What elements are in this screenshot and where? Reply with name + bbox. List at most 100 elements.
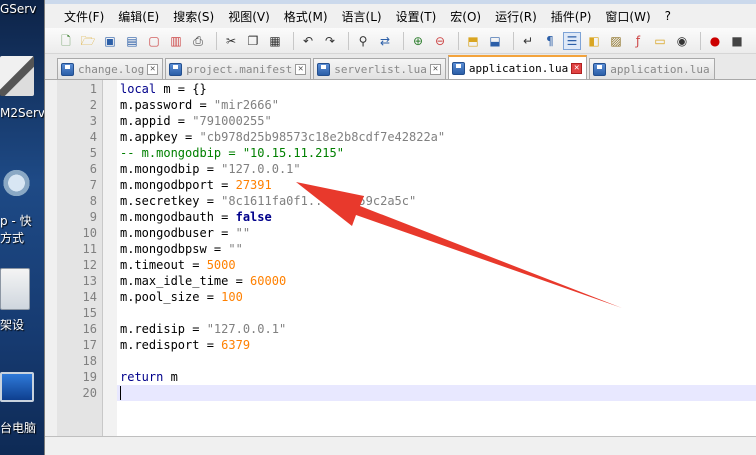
monitor-icon[interactable]: ◉ <box>673 32 691 50</box>
code-token: m = {} <box>156 82 207 96</box>
line-number: 2 <box>89 98 97 112</box>
tab-application-lua-active[interactable]: application.lua ✕ <box>447 55 588 79</box>
tab-bar: change.log ✕ project.manifest ✕ serverli… <box>45 54 756 80</box>
close-tab-icon[interactable]: ✕ <box>429 63 441 75</box>
line-number: 17 <box>82 338 97 352</box>
user-language-icon[interactable]: ◧ <box>585 32 603 50</box>
indent-guide-icon[interactable]: ☰ <box>563 31 581 50</box>
menu-edit[interactable]: 编辑(E) <box>111 8 166 25</box>
zoom-out-icon[interactable]: ⊖ <box>431 32 449 50</box>
menu-plugins[interactable]: 插件(P) <box>544 8 599 25</box>
function-list-icon[interactable]: ƒ <box>629 32 647 50</box>
saved-file-icon <box>451 61 465 75</box>
tab-application-lua-2[interactable]: application.lua <box>589 58 715 79</box>
code-line: m.pool_size = 100 <box>120 290 243 304</box>
copy-icon[interactable]: ❐ <box>244 32 262 50</box>
undo-icon[interactable]: ↶ <box>299 32 317 50</box>
word-wrap-icon[interactable]: ↵ <box>519 32 537 50</box>
line-number: 9 <box>89 210 97 224</box>
desktop-label-m2serv: M2Serv <box>0 106 44 120</box>
menu-help[interactable]: ? <box>658 9 678 23</box>
menu-window[interactable]: 窗口(W) <box>598 8 657 25</box>
open-file-icon[interactable]: 🗁 <box>79 32 97 50</box>
code-line: m.max_idle_time = 60000 <box>120 274 286 288</box>
line-number-gutter: 1 2 3 4 5 6 7 8 9 10 11 12 13 14 15 16 17 18 19 20 <box>57 80 103 436</box>
sync-horizontal-icon[interactable]: ⬓ <box>486 32 504 50</box>
toolbar-separator <box>293 31 294 50</box>
code-token: m <box>163 370 178 384</box>
menu-run[interactable]: 运行(R) <box>488 8 544 25</box>
code-token: "" <box>235 226 251 240</box>
zoom-in-icon[interactable]: ⊕ <box>409 32 427 50</box>
line-number: 8 <box>89 194 97 208</box>
code-token: m.pool_size = <box>120 290 222 304</box>
line-number: 3 <box>89 114 97 128</box>
code-line: m.mongodbport = 27391 <box>120 178 272 192</box>
code-token: 100 <box>221 290 243 304</box>
code-line: m.mongodbip = "127.0.0.1" <box>120 162 301 176</box>
save-all-icon[interactable]: ▤ <box>123 32 141 50</box>
menu-view[interactable]: 视图(V) <box>221 8 277 25</box>
close-tab-icon[interactable]: ✕ <box>295 63 307 75</box>
find-icon[interactable]: ⚲ <box>354 32 372 50</box>
print-icon[interactable]: ⎙ <box>189 32 207 50</box>
toolbar-separator <box>348 31 349 50</box>
stop-record-icon[interactable]: ■ <box>728 32 746 50</box>
code-token: m.max_idle_time = <box>120 274 251 288</box>
code-token: "127.0.0.1" <box>206 322 287 336</box>
code-token: m.secretkey = <box>120 194 222 208</box>
document-map-icon[interactable]: ▨ <box>607 32 625 50</box>
code-line: m.redisport = 6379 <box>120 338 250 352</box>
code-token: "791000255" <box>192 114 272 128</box>
computer-icon[interactable] <box>0 372 34 402</box>
gear-shortcut-icon[interactable] <box>0 166 30 200</box>
menu-file[interactable]: 文件(F) <box>57 8 111 25</box>
tab-label: change.log <box>78 62 145 76</box>
show-all-chars-icon[interactable]: ¶ <box>541 32 559 50</box>
close-tab-icon[interactable]: ✕ <box>147 63 159 75</box>
cut-icon[interactable]: ✂ <box>222 32 240 50</box>
paste-icon[interactable]: ▦ <box>266 32 284 50</box>
code-token: 5000 <box>206 258 236 272</box>
line-number: 19 <box>82 370 97 384</box>
code-token: "cb978d25b98573c18e2b8cdf7e42822a" <box>199 130 446 144</box>
tab-label: application.lua <box>610 62 710 76</box>
code-token: m.mongodbip = <box>120 162 222 176</box>
close-file-icon[interactable]: ▢ <box>145 32 163 50</box>
line-number: 18 <box>82 354 97 368</box>
code-line: m.mongodbpsw = "" <box>120 242 243 256</box>
tab-change-log[interactable]: change.log ✕ <box>57 58 164 79</box>
status-bar <box>45 436 756 455</box>
code-editor[interactable]: 1 2 3 4 5 6 7 8 9 10 11 12 13 14 15 16 17 18 19 20 local m … <box>57 80 756 436</box>
tab-project-manifest[interactable]: project.manifest ✕ <box>165 58 312 79</box>
saved-file-icon <box>317 62 331 76</box>
code-token: 6379 <box>221 338 251 352</box>
folder-workspace-icon[interactable]: ▭ <box>651 32 669 50</box>
tab-label: project.manifest <box>186 62 293 76</box>
code-token: m.appkey = <box>120 130 200 144</box>
save-icon[interactable]: ▣ <box>101 32 119 50</box>
record-macro-icon[interactable]: ● <box>706 32 724 50</box>
code-line: m.mongodbauth = false <box>120 210 272 224</box>
close-tab-icon[interactable]: ✕ <box>571 62 583 74</box>
menu-macro[interactable]: 宏(O) <box>443 8 488 25</box>
redo-icon[interactable]: ↷ <box>321 32 339 50</box>
close-all-icon[interactable]: ▥ <box>167 32 185 50</box>
code-line: m.redisip = "127.0.0.1" <box>120 322 286 336</box>
line-number: 6 <box>89 162 97 176</box>
toolbar-separator <box>458 31 459 50</box>
fold-margin <box>103 80 117 436</box>
line-number: 16 <box>82 322 97 336</box>
menu-language[interactable]: 语言(L) <box>335 8 389 25</box>
menu-settings[interactable]: 设置(T) <box>389 8 444 25</box>
menu-format[interactable]: 格式(M) <box>277 8 335 25</box>
code-line: m.appid = "791000255" <box>120 114 272 128</box>
menu-search[interactable]: 搜索(S) <box>166 8 221 25</box>
tab-serverlist-lua[interactable]: serverlist.lua ✕ <box>313 58 446 79</box>
replace-icon[interactable]: ⇄ <box>376 32 394 50</box>
document-shortcut-icon[interactable] <box>0 268 30 310</box>
new-file-icon[interactable]: 🗋 <box>57 32 75 50</box>
m2server-app-icon[interactable] <box>0 56 34 96</box>
sync-vertical-icon[interactable]: ⬒ <box>464 32 482 50</box>
saved-file-icon <box>61 62 74 76</box>
